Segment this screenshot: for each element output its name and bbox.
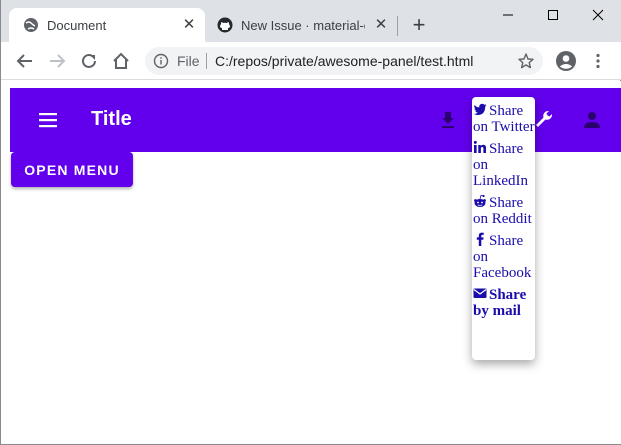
maximize-button[interactable]	[530, 0, 576, 30]
star-icon[interactable]	[517, 52, 535, 70]
back-button[interactable]	[13, 49, 37, 73]
share-twitter-link[interactable]: Share on Twitter	[472, 102, 535, 135]
share-linkedin-link[interactable]: Share on LinkedIn	[472, 140, 535, 189]
github-icon	[217, 17, 233, 33]
browser-window: Document ✕ New Issue · material-cor ✕ +	[0, 0, 621, 445]
minimize-icon	[503, 14, 513, 16]
more-vert-icon	[596, 53, 600, 69]
tab-title: New Issue · material-cor	[241, 17, 365, 33]
scheme-label: File	[177, 53, 200, 69]
url-text[interactable]: C:/repos/private/awesome-panel/test.html	[215, 53, 473, 69]
account-circle-icon	[556, 51, 576, 71]
share-facebook-link[interactable]: Share on Facebook	[472, 232, 535, 281]
open-menu-button[interactable]: OPEN MENU	[11, 152, 133, 187]
app-title: Title	[91, 108, 132, 130]
close-tab-icon[interactable]: ✕	[373, 17, 389, 33]
browser-toolbar: File C:/repos/private/awesome-panel/test…	[1, 42, 621, 80]
minimize-button[interactable]	[485, 0, 531, 30]
tab-new-issue[interactable]: New Issue · material-cor ✕	[209, 8, 397, 42]
mail-icon	[473, 288, 487, 298]
address-bar[interactable]: File C:/repos/private/awesome-panel/test…	[145, 47, 543, 75]
hamburger-menu-icon[interactable]	[36, 108, 60, 132]
tab-document[interactable]: Document ✕	[9, 8, 205, 42]
reload-icon	[82, 53, 96, 68]
close-icon	[592, 9, 604, 21]
home-icon	[113, 52, 129, 69]
globe-icon	[23, 17, 39, 33]
arrow-right-icon	[50, 54, 66, 68]
tab-strip: Document ✕ New Issue · material-cor ✕ +	[1, 0, 621, 42]
linkedin-icon	[473, 140, 486, 153]
profile-button[interactable]	[554, 49, 578, 73]
download-icon[interactable]	[436, 108, 460, 132]
close-window-button[interactable]	[575, 0, 621, 30]
reddit-icon	[474, 194, 486, 207]
account-icon[interactable]	[580, 108, 604, 132]
maximize-icon	[548, 10, 558, 20]
tab-title: Document	[47, 17, 107, 33]
reload-button[interactable]	[77, 49, 101, 73]
wrench-icon[interactable]	[532, 108, 556, 132]
tab-separator	[397, 16, 398, 36]
new-tab-button[interactable]: +	[407, 14, 431, 38]
home-button[interactable]	[109, 49, 133, 73]
twitter-icon	[473, 103, 487, 116]
share-mail-link[interactable]: Share by mail	[472, 286, 535, 319]
close-tab-icon[interactable]: ✕	[181, 17, 197, 33]
arrow-left-icon	[16, 54, 32, 68]
share-menu: Share on Twitter Share on LinkedIn Share…	[472, 97, 535, 360]
page-content: Title OPEN MENU Share on Twitter Share o…	[2, 81, 621, 444]
share-reddit-link[interactable]: Share on Reddit	[472, 194, 535, 227]
forward-button[interactable]	[45, 49, 69, 73]
info-icon[interactable]	[153, 53, 169, 69]
facebook-icon	[476, 232, 484, 246]
browser-menu-button[interactable]	[586, 49, 610, 73]
address-separator	[206, 53, 207, 69]
